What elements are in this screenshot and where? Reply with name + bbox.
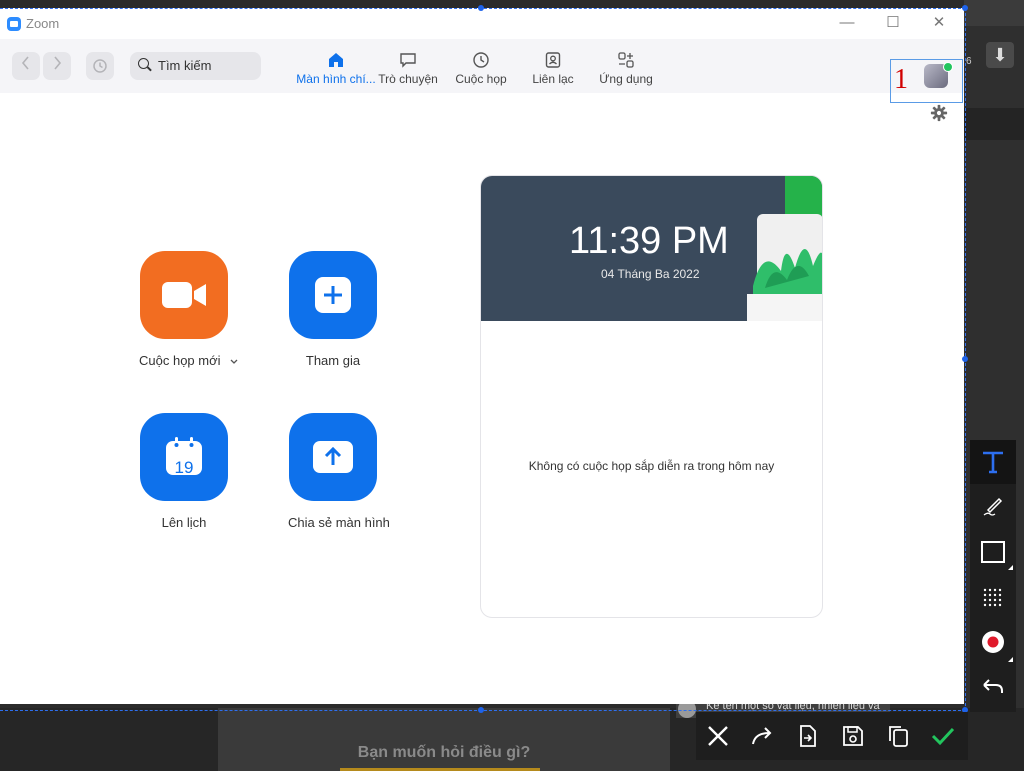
confirm-icon <box>931 727 955 746</box>
profile-button[interactable]: 1 <box>890 59 963 103</box>
export-icon <box>800 725 816 747</box>
undo-button[interactable] <box>970 666 1016 710</box>
current-time: 11:39 PM <box>569 220 729 262</box>
video-camera-icon <box>162 282 206 308</box>
tab-chat[interactable]: Trò chuyện <box>368 47 448 86</box>
zoom-logo-icon <box>7 17 21 31</box>
clock-icon <box>473 52 489 68</box>
pen-tool-button[interactable] <box>970 484 1016 528</box>
rectangle-icon <box>981 541 1005 563</box>
history-icon <box>93 59 107 73</box>
cancel-icon <box>708 726 728 746</box>
record-tool-button[interactable] <box>970 620 1016 664</box>
zoom-window: Zoom — ☐ ✕ Tìm kiếm Màn hình chí... Trò … <box>0 8 964 704</box>
app-title: Zoom <box>26 16 60 31</box>
contacts-icon <box>545 52 561 68</box>
tab-label: Màn hình chí... <box>296 72 376 86</box>
capture-horizontal-toolbar <box>696 712 968 760</box>
download-icon[interactable]: ⬇ <box>986 42 1014 68</box>
confirm-button[interactable] <box>921 712 965 760</box>
share-screen-button[interactable] <box>289 413 377 501</box>
resize-handle[interactable] <box>962 356 968 362</box>
maximize-button[interactable]: ☐ <box>882 13 904 33</box>
submenu-indicator <box>1008 657 1013 662</box>
new-meeting-button[interactable] <box>140 251 228 339</box>
chevron-left-icon <box>21 56 29 70</box>
tab-meetings[interactable]: Cuộc họp <box>441 47 521 86</box>
search-icon <box>138 58 149 69</box>
copy-button[interactable] <box>876 712 920 760</box>
apps-icon <box>618 52 634 68</box>
history-button[interactable] <box>86 52 114 80</box>
tab-label: Ứng dụng <box>599 72 653 86</box>
mosaic-icon <box>983 588 1002 607</box>
online-status-icon <box>943 62 953 72</box>
action-label: Cuộc họp mới <box>139 353 221 368</box>
action-label: Chia sẻ màn hình <box>288 515 390 530</box>
resize-handle[interactable] <box>962 5 968 11</box>
search-placeholder: Tìm kiếm <box>158 58 212 73</box>
tab-label: Trò chuyện <box>378 72 438 86</box>
ask-prompt: Bạn muốn hỏi điều gì? <box>357 744 531 761</box>
join-action[interactable]: Tham gia <box>288 251 378 368</box>
record-icon <box>982 631 1004 653</box>
save-button[interactable] <box>831 712 875 760</box>
gear-icon[interactable] <box>930 104 948 122</box>
capture-vertical-toolbar <box>970 440 1016 712</box>
share-icon <box>752 727 772 745</box>
tab-contacts[interactable]: Liên lạc <box>513 47 593 86</box>
rectangle-tool-button[interactable] <box>970 530 1016 574</box>
chevron-right-icon <box>54 56 62 70</box>
side-badge: 6 <box>966 56 972 67</box>
schedule-button[interactable]: 19 <box>140 413 228 501</box>
back-button[interactable] <box>12 52 40 80</box>
annotation-number: 1 <box>894 64 908 95</box>
copy-icon <box>889 726 908 747</box>
minimize-button[interactable]: — <box>836 13 858 33</box>
tab-apps[interactable]: Ứng dụng <box>586 47 666 86</box>
close-button[interactable]: ✕ <box>928 13 950 33</box>
undo-icon <box>983 679 1003 693</box>
plant-illustration <box>747 176 822 321</box>
schedule-action[interactable]: 19 Lên lịch <box>139 413 229 530</box>
share-arrow-icon <box>313 441 353 473</box>
submenu-indicator <box>1008 565 1013 570</box>
tab-label: Liên lạc <box>532 72 574 86</box>
resize-handle[interactable] <box>478 707 484 713</box>
share-button[interactable] <box>742 712 786 760</box>
mosaic-tool-button[interactable] <box>970 576 1016 620</box>
save-icon <box>843 726 863 746</box>
title-bar: Zoom — ☐ ✕ <box>0 8 964 39</box>
pen-icon <box>983 497 1003 516</box>
plus-icon <box>315 277 351 313</box>
action-label: Tham gia <box>305 353 361 368</box>
text-tool-button[interactable] <box>970 440 1016 484</box>
current-date: 04 Tháng Ba 2022 <box>601 267 700 281</box>
chevron-down-icon[interactable] <box>230 359 238 365</box>
calendar-day: 19 <box>174 458 194 477</box>
upcoming-meetings-card: 11:39 PM 04 Tháng Ba 2022 Không có cuộc … <box>480 175 823 618</box>
action-label: Lên lịch <box>161 515 207 530</box>
share-screen-action[interactable]: Chia sẻ màn hình <box>288 413 390 530</box>
new-meeting-action[interactable]: Cuộc họp mới <box>139 251 238 368</box>
join-button[interactable] <box>289 251 377 339</box>
no-meetings-message: Không có cuộc họp sắp diễn ra trong hôm … <box>528 459 775 473</box>
text-tool-icon <box>983 451 1003 474</box>
calendar-header: 11:39 PM 04 Tháng Ba 2022 <box>481 176 822 321</box>
main-toolbar: Tìm kiếm Màn hình chí... Trò chuyện Cuộc… <box>0 39 964 103</box>
forward-button[interactable] <box>43 52 71 80</box>
export-button[interactable] <box>786 712 830 760</box>
chat-icon <box>400 53 416 68</box>
home-icon <box>329 53 343 67</box>
tab-label: Cuộc họp <box>455 72 507 86</box>
resize-handle[interactable] <box>478 5 484 11</box>
cancel-button[interactable] <box>696 712 740 760</box>
tab-home[interactable]: Màn hình chí... <box>296 47 376 86</box>
search-input[interactable]: Tìm kiếm <box>130 52 261 80</box>
